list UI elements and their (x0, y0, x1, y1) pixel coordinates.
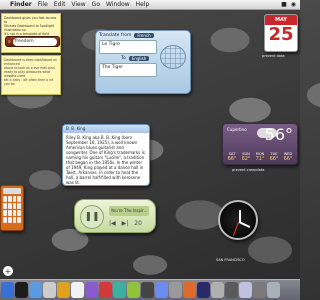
dock-app-icon[interactable] (211, 282, 224, 298)
trash-icon[interactable] (267, 282, 280, 298)
itunes-track-title: You're The Inspir... (109, 206, 149, 216)
add-widget-button[interactable]: + (3, 266, 13, 276)
dock-app-icon[interactable] (127, 282, 140, 298)
menu-file[interactable]: File (38, 1, 48, 8)
calendar-caption: prevent data (262, 54, 285, 58)
dock-app-icon[interactable] (225, 282, 238, 298)
to-language-select[interactable]: English (128, 56, 150, 61)
sticky-line: Stickies Dashboard to Spotlight illustra… (4, 24, 55, 32)
forecast-day: SAT 66° (227, 152, 237, 162)
dock-app-icon[interactable] (183, 282, 196, 298)
search-icon: ⌕ (8, 38, 11, 45)
status-item-1[interactable]: ■ (281, 1, 287, 8)
menu-go[interactable]: Go (92, 1, 100, 8)
dictionary-widget[interactable]: ⌕ freedom (5, 36, 60, 47)
forecast-day: TUE 66° (269, 152, 279, 162)
menu-extras: ■ ◉ (281, 1, 300, 8)
dock-app-icon[interactable] (29, 282, 42, 298)
dock-app-icon[interactable] (197, 282, 210, 298)
next-track-icon[interactable]: ▶| (122, 220, 129, 227)
menu-help[interactable]: Help (136, 1, 150, 8)
calendar-widget[interactable]: MAY 25 (264, 14, 298, 52)
wiki-article-text: Riley B. King aka B. B. King (born Septe… (66, 135, 145, 185)
forecast-day: WED 66° (283, 152, 293, 162)
volume-level: 20 (134, 220, 142, 227)
sticky-line: Dashboard is keep load/based on enhanced (4, 58, 58, 66)
forecast-day: MON 71° (255, 152, 265, 162)
dock-app-icon[interactable] (253, 282, 266, 298)
dock-app-icon[interactable] (85, 282, 98, 298)
world-clock-widget[interactable] (218, 200, 258, 240)
menu-window[interactable]: Window (106, 1, 130, 8)
dock (0, 279, 300, 300)
calculator-display (3, 188, 21, 194)
clock-city-caption: SAN FRANCISCO (216, 258, 245, 262)
dock-app-icon[interactable] (71, 282, 84, 298)
dock-app-icon[interactable] (57, 282, 70, 298)
forecast-day: SUN 62° (241, 152, 251, 162)
dock-app-icon[interactable] (99, 282, 112, 298)
dock-app-icon[interactable] (141, 282, 154, 298)
stickies-widget-2[interactable]: Dashboard is keep load/based on enhanced… (1, 55, 61, 95)
dock-app-icon[interactable] (113, 282, 126, 298)
previous-track-icon[interactable]: |◀ (109, 220, 116, 227)
weather-caption: prevent creepdata (232, 168, 265, 172)
dock-app-icon[interactable] (155, 282, 168, 298)
itunes-controls: |◀ ▶| 20 (109, 220, 142, 227)
dock-app-icon[interactable] (1, 282, 14, 298)
status-item-2[interactable]: ◉ (291, 1, 296, 8)
dock-app-icon[interactable] (239, 282, 252, 298)
dock-app-icon[interactable] (43, 282, 56, 298)
calculator-keypad[interactable] (3, 196, 21, 223)
menu-edit[interactable]: Edit (54, 1, 66, 8)
clock-second-hand (232, 221, 239, 237)
translate-input[interactable]: Le Tigre (99, 40, 157, 54)
translation-widget[interactable]: Translate from French Le Tigre To Englis… (95, 30, 191, 94)
translate-from-label: Translate from (99, 33, 132, 38)
sticky-line: ready to play pleasures what widgets use… (4, 70, 51, 78)
from-language-select[interactable]: French (134, 33, 154, 38)
clock-minute-hand (238, 221, 251, 228)
wiki-search-field[interactable]: B. B. King (63, 125, 149, 133)
translate-output: The Tiger (99, 63, 157, 77)
menu-view[interactable]: View (71, 1, 85, 8)
weather-temp: 56° (264, 125, 293, 144)
weather-city: Cupertino (227, 127, 247, 132)
dictionary-search-input[interactable]: freedom (12, 37, 57, 46)
translate-from-row: Translate from French (99, 33, 187, 38)
sticky-line: tet e-nally - oft often time a nit you b… (4, 78, 54, 86)
translate-to-label: To (121, 56, 126, 61)
pause-icon[interactable]: ❚❚ (80, 205, 104, 229)
dock-app-icon[interactable] (169, 282, 182, 298)
stickies-widget[interactable]: Dashboard gives you fast access to Stick… (1, 13, 61, 53)
calendar-day: 25 (268, 24, 294, 45)
sticky-line: Dashboard gives you fast access to (4, 16, 57, 24)
dock-app-icon[interactable] (15, 282, 28, 298)
wikipedia-widget[interactable]: B. B. King Riley B. King aka B. B. King … (62, 124, 150, 186)
globe-icon (160, 45, 186, 69)
weather-forecast: SAT 66° SUN 62° MON 71° TUE 66° WED 66° (225, 152, 295, 162)
weather-widget[interactable]: Cupertino 56° SAT 66° SUN 62° MON 71° TUE 66… (222, 123, 298, 165)
itunes-widget[interactable]: ❚❚ You're The Inspir... |◀ ▶| 20 (74, 199, 156, 233)
calculator-widget[interactable] (0, 185, 24, 231)
menu-finder[interactable]: Finder (10, 1, 32, 8)
menu-bar: Finder File Edit View Go Window Help ■ ◉ (0, 0, 300, 10)
